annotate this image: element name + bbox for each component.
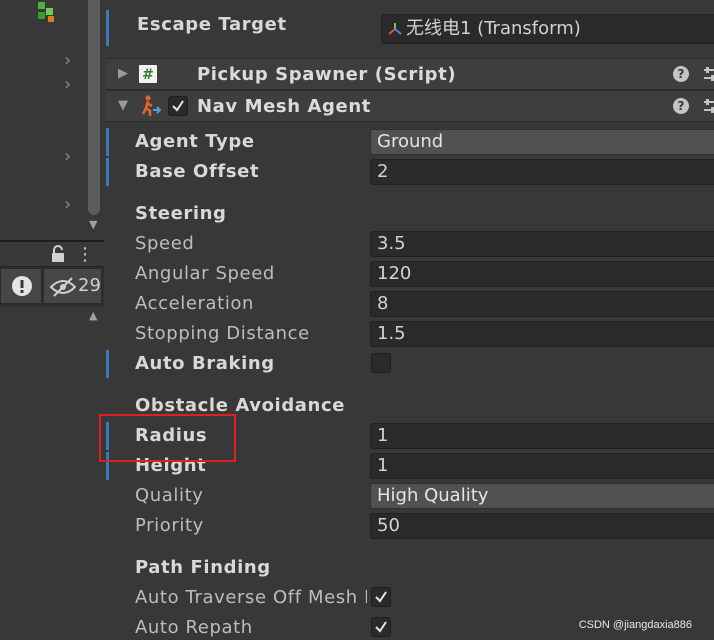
- help-icon[interactable]: ?: [673, 66, 689, 82]
- checkmark-icon: [375, 621, 387, 633]
- escape-target-value: 无线电1 (Transform): [406, 18, 581, 39]
- radius-field[interactable]: 1: [370, 423, 714, 449]
- priority-field[interactable]: 50: [370, 513, 714, 539]
- speed-field[interactable]: 3.5: [370, 231, 714, 257]
- foldout-collapsed-icon[interactable]: ▶: [118, 67, 132, 81]
- auto-traverse-label: Auto Traverse Off Mesh Lir: [135, 587, 367, 608]
- base-offset-field[interactable]: 2: [370, 159, 714, 185]
- stopping-distance-field[interactable]: 1.5: [370, 321, 714, 347]
- foldout-expanded-icon[interactable]: ▼: [118, 99, 132, 113]
- angular-speed-field[interactable]: 120: [370, 261, 714, 287]
- pickup-spawner-header[interactable]: ▶ # Pickup Spawner (Script) ?: [106, 58, 714, 90]
- angular-speed-label: Angular Speed: [135, 263, 275, 284]
- chevron-right-icon[interactable]: ›: [64, 76, 78, 94]
- speed-label: Speed: [135, 233, 195, 254]
- quality-dropdown[interactable]: High Quality: [370, 483, 714, 509]
- preset-settings-icon[interactable]: [702, 66, 714, 82]
- override-marker: [106, 128, 109, 156]
- pane-divider: [0, 240, 104, 242]
- agent-type-dropdown[interactable]: Ground: [370, 129, 714, 155]
- chevron-right-icon[interactable]: ›: [64, 148, 78, 166]
- watermark: CSDN @jiangdaxia886: [578, 619, 692, 631]
- auto-braking-checkbox[interactable]: [371, 353, 391, 373]
- escape-target-field[interactable]: 无线电1 (Transform): [381, 14, 714, 44]
- component-enabled-checkbox[interactable]: [168, 96, 188, 116]
- acceleration-field[interactable]: 8: [370, 291, 714, 317]
- checkmark-icon: [375, 591, 387, 603]
- error-icon: [12, 276, 32, 296]
- quality-label: Quality: [135, 485, 204, 506]
- error-filter-button[interactable]: [0, 268, 42, 304]
- component-title: Nav Mesh Agent: [197, 96, 371, 117]
- highlight-annotation-box: [99, 414, 236, 462]
- chevron-right-icon[interactable]: ›: [64, 196, 78, 214]
- override-marker: [106, 158, 109, 186]
- nav-mesh-agent-header[interactable]: ▼ Nav Mesh Agent ?: [106, 90, 714, 122]
- agent-type-label: Agent Type: [135, 131, 255, 152]
- obstacle-avoidance-header: Obstacle Avoidance: [135, 395, 346, 416]
- scroll-down-icon[interactable]: ▼: [89, 218, 97, 231]
- stopping-distance-label: Stopping Distance: [135, 323, 310, 344]
- steering-header: Steering: [135, 203, 227, 224]
- escape-target-label: Escape Target: [137, 14, 287, 35]
- acceleration-label: Acceleration: [135, 293, 255, 314]
- transform-icon: [388, 23, 402, 35]
- path-finding-header: Path Finding: [135, 557, 271, 578]
- preset-settings-icon[interactable]: [702, 98, 714, 114]
- gameobject-icon: [38, 2, 54, 22]
- hidden-count-button[interactable]: 29: [43, 268, 102, 304]
- override-marker: [106, 10, 109, 46]
- hidden-count-label: 29: [78, 275, 101, 296]
- priority-label: Priority: [135, 515, 204, 536]
- height-field[interactable]: 1: [370, 453, 714, 479]
- nav-mesh-agent-icon: [141, 95, 162, 116]
- lock-icon[interactable]: [50, 245, 66, 263]
- component-title: Pickup Spawner (Script): [197, 64, 457, 85]
- eye-hidden-icon: [50, 277, 76, 297]
- scroll-up-icon[interactable]: ▲: [89, 309, 97, 322]
- auto-repath-checkbox[interactable]: [371, 617, 391, 637]
- hierarchy-scrollbar[interactable]: [88, 0, 100, 215]
- more-options-icon[interactable]: ⋮: [76, 246, 94, 264]
- svg-text:#: #: [142, 67, 154, 83]
- auto-braking-label: Auto Braking: [135, 353, 275, 374]
- base-offset-label: Base Offset: [135, 161, 260, 182]
- auto-traverse-checkbox[interactable]: [371, 587, 391, 607]
- help-icon[interactable]: ?: [673, 98, 689, 114]
- script-icon: #: [139, 65, 157, 83]
- chevron-right-icon[interactable]: ›: [64, 52, 78, 70]
- auto-repath-label: Auto Repath: [135, 617, 253, 638]
- override-marker: [106, 350, 109, 378]
